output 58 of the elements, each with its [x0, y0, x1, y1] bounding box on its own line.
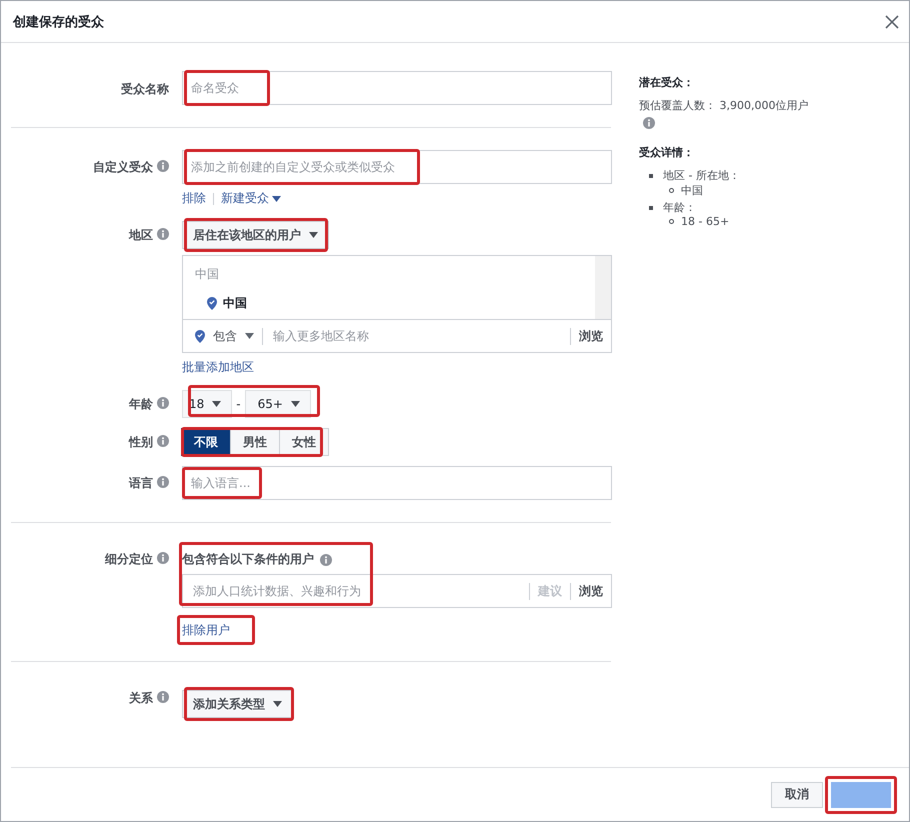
- targeting-field[interactable]: 添加人口统计数据、兴趣和行为 建议 浏览: [182, 574, 612, 608]
- input-field[interactable]: 添加之前创建的自定义受众或类似受众: [182, 150, 612, 184]
- field-label: 年龄: [129, 396, 153, 413]
- browse-button[interactable]: 浏览: [570, 328, 603, 344]
- input-field[interactable]: 输入更多地区名称: [271, 324, 562, 348]
- section-heading: 包含符合以下条件的用户: [182, 551, 314, 568]
- detail-item: 年龄：: [663, 200, 697, 215]
- input-field[interactable]: 输入语言...: [182, 466, 612, 500]
- info-icon: [157, 435, 169, 447]
- primary-button[interactable]: [831, 782, 891, 808]
- detail-item: 地区 - 所在地：: [663, 168, 741, 183]
- field-label: 细分定位: [105, 551, 153, 568]
- location-pin-icon: [207, 297, 217, 310]
- caret-icon: [309, 232, 318, 238]
- detail-item: 中国: [681, 183, 703, 198]
- info-icon: [157, 476, 169, 488]
- dialog-title: 创建保存的受众: [13, 14, 104, 30]
- field-label: 关系: [129, 690, 153, 707]
- field-label: 语言: [129, 475, 153, 492]
- bullet-icon: [669, 219, 674, 224]
- cancel-button[interactable]: 取消: [771, 782, 823, 808]
- bullet-icon: [669, 188, 674, 193]
- location-pin-icon: [195, 330, 205, 342]
- bullet-icon: [649, 174, 653, 178]
- close-icon: [885, 14, 899, 28]
- caret-icon: [273, 701, 282, 707]
- link[interactable]: 排除用户: [182, 622, 230, 639]
- include-dropdown[interactable]: 包含: [213, 328, 263, 344]
- input-field[interactable]: 命名受众: [182, 71, 612, 105]
- info-icon: [157, 228, 169, 240]
- bullet-icon: [649, 206, 653, 210]
- info-icon: [157, 552, 169, 564]
- range-separator: -: [236, 397, 241, 411]
- link[interactable]: 批量添加地区: [182, 359, 254, 376]
- field-label: 地区: [129, 227, 153, 244]
- section-heading: 受众详情：: [639, 145, 695, 160]
- location-item: 中国: [223, 295, 247, 312]
- info-icon: [157, 691, 169, 703]
- field-label: 受众名称: [121, 81, 169, 98]
- info-icon: [157, 397, 169, 409]
- detail-item: 18 - 65+: [681, 215, 730, 228]
- dropdown[interactable]: 居住在该地区的用户: [182, 221, 329, 249]
- field-label: 性别: [129, 434, 153, 451]
- section-heading: 潜在受众：: [639, 75, 695, 90]
- field-label: 自定义受众: [93, 159, 153, 176]
- caret-icon: [212, 401, 222, 407]
- caret-icon: [290, 401, 300, 407]
- link[interactable]: 新建受众: [221, 190, 281, 207]
- group-label: 中国: [195, 266, 220, 283]
- browse-button[interactable]: 浏览: [570, 582, 603, 600]
- reach-estimate: 预估覆盖人数： 3,900,000位用户: [639, 98, 810, 113]
- info-icon: [157, 160, 169, 172]
- dropdown[interactable]: 添加关系类型: [182, 690, 293, 718]
- scrollbar[interactable]: [595, 256, 611, 319]
- info-icon: [320, 554, 332, 566]
- info-icon: [643, 117, 655, 129]
- caret-icon: [245, 333, 254, 339]
- link[interactable]: 排除: [182, 190, 206, 207]
